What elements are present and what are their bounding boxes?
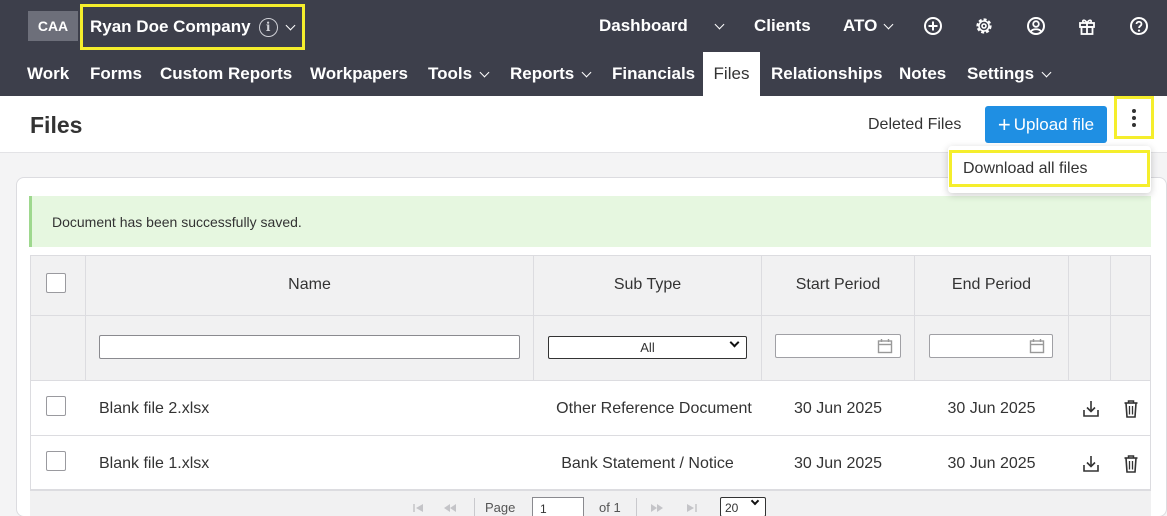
user-circle-icon[interactable] (1026, 16, 1046, 36)
file-name[interactable]: Blank file 2.xlsx (99, 398, 209, 420)
alert-message: Document has been successfully saved. (52, 213, 302, 230)
company-selector[interactable]: Ryan Doe Company i (80, 4, 305, 50)
select-all-checkbox[interactable] (46, 273, 66, 293)
gear-icon[interactable] (974, 16, 994, 36)
nav-relationships[interactable]: Relationships (771, 52, 882, 96)
column-header-end-period[interactable]: End Period (915, 270, 1068, 300)
chevron-down-icon (714, 19, 725, 29)
page-count: of 1 (599, 500, 621, 515)
column-header-name[interactable]: Name (86, 270, 533, 300)
download-all-files-menu-item[interactable]: Download all files (949, 150, 1150, 187)
chevron-down-icon (285, 20, 296, 30)
nav-workpapers[interactable]: Workpapers (310, 52, 408, 96)
end-period-filter-input[interactable] (929, 334, 1053, 358)
deleted-files-link[interactable]: Deleted Files (868, 116, 961, 134)
info-icon[interactable]: i (258, 17, 278, 37)
chevron-down-icon (750, 496, 760, 506)
chevron-down-icon (479, 67, 490, 77)
nav-reports[interactable]: Reports (510, 52, 592, 96)
chevron-down-icon (1041, 67, 1052, 77)
row-checkbox[interactable] (46, 451, 66, 471)
calendar-icon[interactable] (1029, 338, 1045, 354)
chevron-down-icon (581, 67, 592, 77)
page-header: Files Deleted Files + Upload file (0, 96, 1167, 153)
nav-custom-reports[interactable]: Custom Reports (160, 52, 292, 96)
file-start-period: 30 Jun 2025 (793, 455, 883, 472)
ato-menu[interactable]: ATO (843, 0, 894, 52)
page-number-input[interactable]: 1 (532, 497, 584, 516)
file-start-period: 30 Jun 2025 (793, 400, 883, 417)
next-page-icon[interactable] (650, 503, 664, 513)
trash-icon[interactable] (1123, 454, 1139, 474)
file-sub-type: Other Reference Document (556, 400, 752, 417)
row-checkbox[interactable] (46, 396, 66, 416)
first-page-icon[interactable] (412, 503, 426, 513)
download-icon[interactable] (1081, 454, 1101, 474)
column-header-start-period[interactable]: Start Period (762, 270, 914, 300)
more-options-menu: Download all files (948, 146, 1151, 193)
plus-icon: + (997, 111, 1011, 137)
start-period-filter-input[interactable] (775, 334, 901, 358)
plus-circle-icon[interactable] (923, 16, 943, 36)
dashboard-dropdown[interactable] (714, 0, 725, 52)
success-alert: Document has been successfully saved. (29, 196, 1151, 247)
file-end-period: 30 Jun 2025 (947, 400, 1036, 417)
last-page-icon[interactable] (684, 503, 698, 513)
calendar-icon[interactable] (877, 338, 893, 354)
page-size-select[interactable]: 20 (720, 496, 766, 516)
nav-financials[interactable]: Financials (612, 52, 695, 96)
page-label: Page (485, 500, 516, 515)
file-sub-type: Bank Statement / Notice (561, 455, 734, 472)
trash-icon[interactable] (1123, 399, 1139, 419)
help-icon[interactable] (1129, 16, 1149, 36)
clients-link[interactable]: Clients (754, 0, 811, 52)
nav-forms[interactable]: Forms (90, 52, 142, 96)
previous-page-icon[interactable] (443, 503, 457, 513)
upload-file-button[interactable]: + Upload file (985, 106, 1107, 143)
file-end-period: 30 Jun 2025 (947, 455, 1036, 472)
nav-notes[interactable]: Notes (899, 52, 946, 96)
company-name: Ryan Doe Company (90, 17, 251, 36)
top-bar: CAA Ryan Doe Company i Dashboard Clients… (0, 0, 1167, 52)
nav-files[interactable]: Files (703, 52, 760, 96)
dashboard-link[interactable]: Dashboard (599, 0, 688, 52)
file-name[interactable]: Blank file 1.xlsx (99, 453, 209, 475)
name-filter-input[interactable] (99, 335, 520, 359)
column-header-sub-type[interactable]: Sub Type (534, 270, 761, 300)
caa-logo[interactable]: CAA (28, 11, 78, 41)
kebab-icon (1132, 107, 1136, 128)
nav-settings[interactable]: Settings (967, 52, 1052, 96)
chevron-down-icon (883, 19, 894, 29)
sub-type-filter-select[interactable]: All (548, 336, 747, 359)
chevron-down-icon (729, 337, 740, 348)
main-nav: Work Forms Custom Reports Workpapers Too… (0, 52, 1167, 96)
pagination-bar (30, 490, 1151, 516)
download-icon[interactable] (1081, 399, 1101, 419)
more-options-button[interactable] (1114, 96, 1154, 139)
gift-icon[interactable] (1077, 16, 1097, 36)
page-title: Files (30, 112, 83, 138)
nav-work[interactable]: Work (27, 52, 69, 96)
nav-tools[interactable]: Tools (428, 52, 490, 96)
